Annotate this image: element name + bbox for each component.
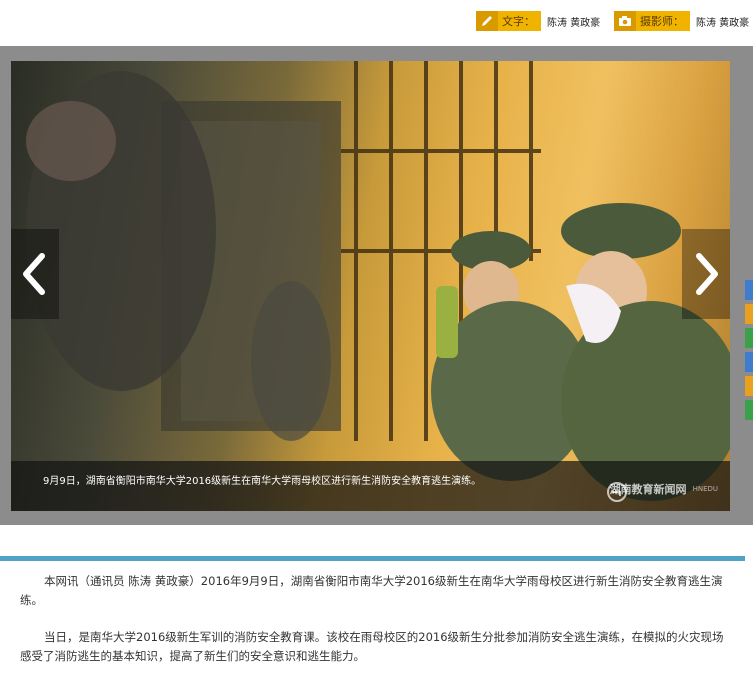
chevron-left-icon <box>23 253 45 295</box>
side-thumb[interactable] <box>745 280 753 300</box>
chevron-right-icon <box>696 253 718 295</box>
side-thumb[interactable] <box>745 328 753 348</box>
article-paragraph: 本网讯（通讯员 陈涛 黄政豪）2016年9月9日，湖南省衡阳市南华大学2016级… <box>20 574 723 607</box>
article-paragraph: 当日，是南华大学2016级新生军训的消防安全教育课。该校在雨母校区的2016级新… <box>20 630 724 663</box>
next-photo-button[interactable] <box>682 229 730 319</box>
side-thumb[interactable] <box>745 352 753 372</box>
photographer-credit: 摄影师： 陈涛 黄政豪 <box>614 11 749 31</box>
photographer-label: 摄影师： <box>640 15 684 28</box>
photographer-tag: 摄影师： <box>614 11 690 31</box>
photo-illustration <box>26 61 730 501</box>
side-thumb[interactable] <box>745 304 753 324</box>
content-divider <box>0 556 745 561</box>
watermark-logo-icon <box>606 482 627 502</box>
article-body: 本网讯（通讯员 陈涛 黄政豪）2016年9月9日，湖南省衡阳市南华大学2016级… <box>20 572 735 684</box>
writer-names: 陈涛 黄政豪 <box>547 17 601 29</box>
side-thumb[interactable] <box>745 376 753 396</box>
side-thumb[interactable] <box>745 400 753 420</box>
photographer-names: 陈涛 黄政豪 <box>696 17 750 29</box>
camera-icon <box>614 11 636 31</box>
prev-photo-button[interactable] <box>11 229 59 319</box>
writer-label: 文字： <box>502 15 535 28</box>
writer-tag: 文字： <box>476 11 541 31</box>
side-thumbnail-strip <box>745 280 753 460</box>
pen-icon <box>476 11 498 31</box>
writer-credit: 文字： 陈涛 黄政豪 <box>476 11 600 31</box>
watermark-sub: HNEDU <box>692 485 718 493</box>
credits-bar: 文字： 陈涛 黄政豪 摄影师： 陈涛 黄政豪 <box>0 0 753 44</box>
gallery-photo[interactable]: 9月9日，湖南省衡阳市南华大学2016级新生在南华大学雨母校区进行新生消防安全教… <box>11 61 730 511</box>
caption-bar: 9月9日，湖南省衡阳市南华大学2016级新生在南华大学雨母校区进行新生消防安全教… <box>11 461 730 511</box>
site-watermark: 湖南教育新闻网 HNEDU <box>606 481 718 502</box>
photo-caption: 9月9日，湖南省衡阳市南华大学2016级新生在南华大学雨母校区进行新生消防安全教… <box>43 476 482 487</box>
photo-gallery: 9月9日，湖南省衡阳市南华大学2016级新生在南华大学雨母校区进行新生消防安全教… <box>0 46 753 525</box>
